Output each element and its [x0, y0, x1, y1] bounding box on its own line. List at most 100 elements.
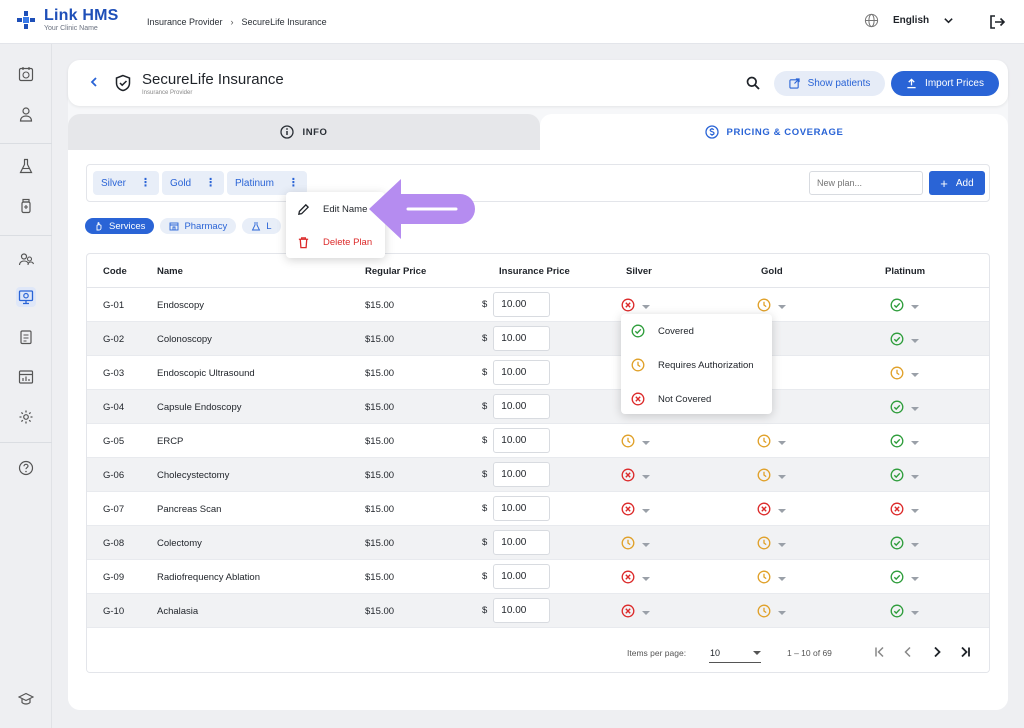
coverage-status-silver[interactable]: [621, 434, 650, 451]
coverage-status-platinum[interactable]: [890, 434, 919, 451]
sidebar-item-insurance[interactable]: [16, 287, 36, 307]
sidebar-item-calendar[interactable]: [16, 64, 36, 84]
insurance-price-input[interactable]: [493, 326, 551, 351]
dropdown-caret-icon: [642, 474, 650, 479]
language-selector[interactable]: English: [864, 13, 954, 28]
new-plan-input[interactable]: [809, 171, 923, 195]
insurance-price-input[interactable]: [493, 564, 551, 589]
more-vertical-icon[interactable]: ⋮: [205, 177, 216, 189]
previous-page-button[interactable]: [901, 645, 915, 662]
plan-chip-silver[interactable]: Silver ⋮: [93, 171, 160, 195]
status-option-covered[interactable]: Covered: [631, 323, 694, 339]
sidebar-item-pharmacy[interactable]: [16, 196, 36, 216]
coverage-status-platinum[interactable]: [890, 468, 919, 485]
more-vertical-icon[interactable]: ⋮: [140, 177, 151, 189]
coverage-status-platinum[interactable]: [890, 298, 919, 315]
column-header-gold: Gold: [761, 265, 783, 277]
coverage-status-gold[interactable]: [757, 434, 786, 451]
tab-pricing-label: PRICING & COVERAGE: [726, 126, 844, 138]
insurance-price-input[interactable]: [493, 428, 551, 453]
insurance-price-input[interactable]: [493, 394, 551, 419]
insurance-price-field: $: [482, 428, 551, 453]
insurance-price-input[interactable]: [493, 598, 551, 623]
cell-code: G-10: [103, 605, 125, 617]
clock-icon: [757, 536, 771, 553]
logout-button[interactable]: [988, 13, 1006, 34]
cell-name: Pancreas Scan: [157, 503, 222, 515]
more-vertical-icon[interactable]: ⋮: [288, 177, 299, 189]
category-pharmacy-label: Pharmacy: [184, 220, 228, 232]
coverage-status-gold[interactable]: [757, 570, 786, 587]
sidebar-item-staff[interactable]: [16, 249, 36, 269]
status-option-not-covered[interactable]: Not Covered: [631, 391, 711, 407]
category-lab[interactable]: L: [242, 218, 281, 234]
sidebar-item-analytics[interactable]: [16, 367, 36, 387]
hand-icon: [96, 222, 102, 231]
coverage-status-platinum[interactable]: [890, 400, 919, 417]
search-button[interactable]: [746, 76, 760, 93]
coverage-status-silver[interactable]: [621, 468, 650, 485]
column-header-silver: Silver: [626, 265, 652, 277]
coverage-status-gold[interactable]: [757, 298, 786, 315]
sidebar-item-lab[interactable]: [16, 156, 36, 176]
table-row: G-02 Colonoscopy $15.00 $: [87, 322, 989, 356]
insurance-price-field: $: [482, 496, 551, 521]
last-page-button[interactable]: [958, 645, 972, 662]
coverage-status-platinum[interactable]: [890, 570, 919, 587]
coverage-status-platinum[interactable]: [890, 604, 919, 621]
coverage-status-platinum[interactable]: [890, 332, 919, 349]
coverage-status-gold[interactable]: [757, 604, 786, 621]
coverage-status-gold[interactable]: [757, 468, 786, 485]
coverage-status-platinum[interactable]: [890, 502, 919, 519]
coverage-status-silver[interactable]: [621, 570, 650, 587]
category-pharmacy[interactable]: Pharmacy: [160, 218, 237, 234]
insurance-price-input[interactable]: [493, 462, 551, 487]
sidebar-item-settings[interactable]: [16, 407, 36, 427]
search-icon: [746, 76, 760, 90]
tab-bar: INFO PRICING & COVERAGE: [68, 114, 1008, 150]
sidebar-item-reports[interactable]: [16, 327, 36, 347]
insurance-price-field: $: [482, 598, 551, 623]
coverage-status-silver[interactable]: [621, 502, 650, 519]
edit-name-menu-item[interactable]: Edit Name: [297, 200, 367, 218]
import-prices-button[interactable]: Import Prices: [891, 71, 999, 96]
coverage-status-gold[interactable]: [757, 502, 786, 519]
insurance-price-input[interactable]: [493, 292, 551, 317]
breadcrumb-insurance-provider[interactable]: Insurance Provider: [147, 17, 223, 27]
add-plan-label: Add: [955, 177, 974, 189]
first-page-button[interactable]: [873, 645, 887, 662]
flask-icon: [19, 158, 33, 174]
import-prices-label: Import Prices: [925, 78, 984, 89]
not-covered-icon: [621, 468, 635, 485]
tab-pricing-coverage[interactable]: PRICING & COVERAGE: [540, 114, 1008, 150]
dropdown-caret-icon: [911, 338, 919, 343]
sidebar-item-patients[interactable]: [16, 104, 36, 124]
show-patients-button[interactable]: Show patients: [774, 71, 885, 96]
coverage-status-silver[interactable]: [621, 536, 650, 553]
cell-code: G-01: [103, 299, 125, 311]
insurance-price-input[interactable]: [493, 360, 551, 385]
coverage-status-platinum[interactable]: [890, 366, 919, 383]
provider-header: SecureLife Insurance Insurance Provider …: [68, 60, 1008, 106]
plan-chip-gold[interactable]: Gold ⋮: [162, 171, 225, 195]
sidebar-item-help[interactable]: [16, 458, 36, 478]
tab-info[interactable]: INFO: [68, 114, 540, 150]
delete-plan-menu-item[interactable]: Delete Plan: [297, 233, 372, 251]
coverage-status-gold[interactable]: [757, 536, 786, 553]
insurance-price-input[interactable]: [493, 530, 551, 555]
table-row: G-10 Achalasia $15.00 $: [87, 594, 989, 628]
coverage-status-platinum[interactable]: [890, 536, 919, 553]
app-logo[interactable]: Link HMS Your Clinic Name: [16, 8, 119, 32]
insurance-price-input[interactable]: [493, 496, 551, 521]
items-per-page-select[interactable]: 10: [709, 643, 761, 663]
category-services[interactable]: Services: [85, 218, 155, 234]
status-option-requires-authorization[interactable]: Requires Authorization: [631, 357, 754, 373]
column-header-insurance-price: Insurance Price: [499, 265, 570, 277]
covered-icon: [890, 434, 904, 451]
coverage-status-silver[interactable]: [621, 298, 650, 315]
add-plan-button[interactable]: + Add: [929, 171, 985, 195]
next-page-button[interactable]: [930, 645, 944, 662]
back-button[interactable]: [88, 76, 100, 91]
coverage-status-silver[interactable]: [621, 604, 650, 621]
sidebar-item-education[interactable]: [16, 689, 36, 709]
